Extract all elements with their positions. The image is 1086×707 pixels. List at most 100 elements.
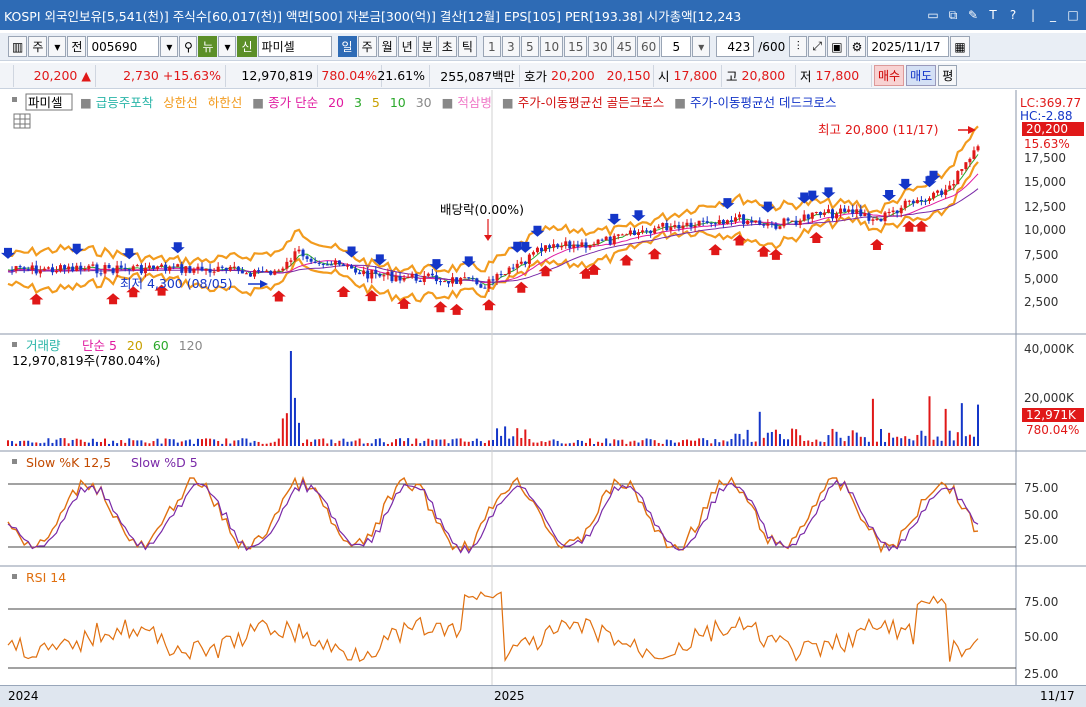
search-icon[interactable]: ⚲ (179, 36, 198, 57)
volume-bar (750, 441, 753, 446)
pin-icon[interactable]: ✎ (964, 8, 982, 23)
candle-body (147, 265, 151, 268)
volume-bar (568, 443, 571, 446)
new-dropdown-icon[interactable]: ▾ (218, 36, 237, 57)
interval-5[interactable]: 5 (520, 36, 539, 57)
interval-dropdown-icon[interactable]: ▾ (692, 36, 711, 57)
interval-15[interactable]: 15 (564, 36, 588, 57)
volume-bar (419, 443, 422, 446)
volume-bar (880, 428, 882, 446)
sin-button[interactable]: 신 (237, 36, 257, 57)
eval-button[interactable]: 평 (938, 65, 958, 86)
candle-body (940, 190, 944, 195)
save-icon[interactable]: ▣ (827, 36, 847, 57)
volume-bar (342, 438, 345, 446)
candle-body (669, 227, 673, 231)
volume-bar (35, 442, 38, 446)
interval-3[interactable]: 3 (501, 36, 520, 57)
window-icon[interactable]: ▭ (924, 8, 942, 23)
candle-body (806, 214, 810, 219)
volume-bar (580, 440, 583, 446)
drawing-icon[interactable]: ⤢ (808, 36, 827, 57)
candle-body (414, 273, 418, 281)
volume-bar (548, 440, 551, 446)
candle-body (835, 213, 839, 219)
interval-30[interactable]: 30 (588, 36, 612, 57)
prev-button[interactable]: 전 (67, 36, 87, 57)
candle-body (839, 208, 843, 214)
volume-bar (370, 443, 373, 446)
new-button[interactable]: 뉴 (198, 36, 218, 57)
period-month[interactable]: 월 (377, 36, 397, 57)
candle-body (802, 214, 806, 221)
candle-body (855, 209, 859, 214)
volume-bar (831, 428, 834, 446)
volume-bar (233, 440, 236, 446)
type-dropdown-icon[interactable]: ▾ (48, 36, 67, 57)
interval-60[interactable]: 60 (636, 36, 661, 57)
type-select[interactable]: 주 (28, 36, 48, 57)
candle-body (871, 219, 875, 221)
font-icon[interactable]: T (984, 8, 1002, 23)
volume-bar (172, 439, 175, 446)
minimize-icon[interactable]: _ (1044, 8, 1062, 23)
settings-icon[interactable]: ⚙ (847, 36, 867, 57)
table-icon[interactable] (13, 113, 31, 129)
xlabel-2025: 2025 (494, 689, 525, 703)
restore-icon[interactable]: ⧉ (944, 8, 962, 23)
volume-bar (382, 442, 385, 446)
volume-bar (427, 438, 430, 446)
candle-body (378, 273, 382, 277)
candle-body (677, 224, 681, 229)
code-dropdown-icon[interactable]: ▾ (160, 36, 179, 57)
candle-body (261, 271, 265, 273)
candle-body (972, 150, 976, 159)
candle-body (487, 279, 491, 289)
volume-bar (532, 442, 535, 446)
candle-body (204, 268, 208, 271)
volume-bar (774, 429, 777, 446)
volume-bar (447, 443, 450, 446)
candle-body (754, 220, 758, 223)
interval-1[interactable]: 1 (482, 36, 501, 57)
candle-body (50, 267, 54, 273)
maximize-icon[interactable]: □ (1064, 8, 1082, 23)
volume-bar (807, 440, 810, 446)
period-minute[interactable]: 분 (417, 36, 437, 57)
volume-bar (835, 431, 838, 446)
interval-45[interactable]: 45 (612, 36, 636, 57)
buy-button[interactable]: 매수 (874, 65, 905, 86)
volume-bar (657, 442, 660, 446)
candle-body (79, 265, 83, 270)
date-input[interactable]: 2025/11/17 (867, 36, 950, 57)
candle-body (143, 267, 147, 274)
high-price: 20,800 (741, 68, 786, 83)
candle-body (443, 281, 446, 283)
chart-svg[interactable]: 파미셀 ■ 급등주포착 상한선 하한선 ■ 종가 단순 20 3 5 10 30… (0, 90, 1086, 687)
candle-body (495, 274, 499, 281)
volume-bar (851, 430, 854, 446)
volume-bar (496, 428, 499, 446)
candle-icon[interactable]: ⫶ (789, 36, 808, 57)
period-second[interactable]: 초 (437, 36, 457, 57)
candle-body (531, 252, 535, 255)
volume-bar (734, 433, 737, 446)
interval-10[interactable]: 10 (539, 36, 564, 57)
code-input[interactable]: 005690 (87, 36, 160, 57)
layout-icon[interactable]: ▥ (8, 36, 28, 57)
sell-button[interactable]: 매도 (906, 65, 937, 86)
volume-bar (83, 441, 86, 446)
period-year[interactable]: 년 (397, 36, 417, 57)
candle-body (851, 209, 855, 214)
help-icon[interactable]: ? (1004, 8, 1022, 23)
calendar-icon[interactable]: ▦ (950, 36, 970, 57)
period-tick[interactable]: 틱 (457, 36, 477, 57)
interval-input[interactable]: 5 (661, 36, 692, 57)
stock-name-field[interactable]: 파미셀 (257, 36, 332, 57)
candle-body (503, 274, 507, 276)
count-input[interactable]: 423 (716, 36, 755, 57)
period-week[interactable]: 주 (357, 36, 377, 57)
volume-bar (661, 443, 664, 446)
chart-area[interactable]: 파미셀 ■ 급등주포착 상한선 하한선 ■ 종가 단순 20 3 5 10 30… (0, 90, 1086, 687)
period-day[interactable]: 일 (337, 36, 357, 57)
